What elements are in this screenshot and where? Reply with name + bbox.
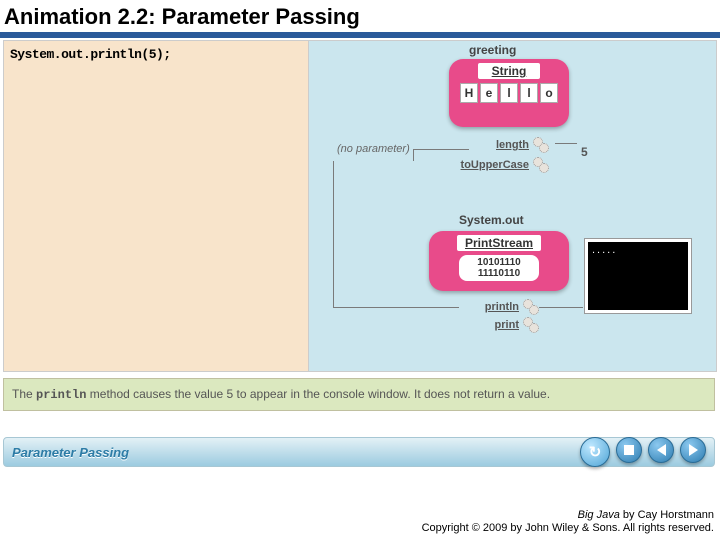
connector <box>413 149 414 161</box>
char-cell: l <box>500 83 518 103</box>
title-rule <box>0 32 720 38</box>
char-cell: e <box>480 83 498 103</box>
method-println-row: println <box>449 299 539 315</box>
playback-title: Parameter Passing <box>12 445 129 460</box>
string-class-name: String <box>478 63 541 79</box>
method-uppercase-row: toUpperCase <box>459 157 549 173</box>
next-button[interactable] <box>680 437 706 463</box>
console-output-text: ..... <box>588 242 688 258</box>
credit-copyright: Copyright © 2009 by John Wiley & Sons. A… <box>422 522 714 536</box>
method-length-row: length <box>459 137 549 153</box>
caption-pre: The <box>12 387 36 401</box>
char-cell: H <box>460 83 478 103</box>
systemout-label: System.out <box>459 213 524 227</box>
char-cell: l <box>520 83 538 103</box>
animation-stage: System.out.println(5); greeting String H… <box>3 40 717 372</box>
string-object-box: String H e l l o <box>449 59 569 127</box>
credit-book: Big Java <box>578 509 620 521</box>
printstream-class-name: PrintStream <box>457 235 541 251</box>
gears-icon <box>533 157 549 173</box>
printstream-object-box: PrintStream 10101110 11110110 <box>429 231 569 291</box>
binary-display: 10101110 11110110 <box>459 255 539 281</box>
stop-icon <box>624 445 634 455</box>
object-diagram-pane: greeting String H e l l o (no parameter)… <box>309 40 717 372</box>
method-length-label: length <box>459 139 529 151</box>
gears-icon <box>523 317 539 333</box>
credit-author: by Cay Horstmann <box>620 509 714 521</box>
playback-bar: Parameter Passing ↻ <box>3 437 715 467</box>
method-println-label: println <box>449 301 519 313</box>
console-output-box: ..... <box>585 239 691 313</box>
length-result-value: 5 <box>581 145 588 159</box>
code-pane: System.out.println(5); <box>3 40 309 372</box>
gears-icon <box>533 137 549 153</box>
stop-button[interactable] <box>616 437 642 463</box>
arrow-left-icon <box>657 444 666 456</box>
connector <box>333 307 459 308</box>
playback-buttons: ↻ <box>580 437 706 467</box>
binary-row: 10101110 <box>459 257 539 268</box>
connector <box>555 143 577 144</box>
code-snippet: System.out.println(5); <box>10 47 171 62</box>
arrow-right-icon <box>689 444 698 456</box>
refresh-icon: ↻ <box>589 443 602 461</box>
prev-button[interactable] <box>648 437 674 463</box>
page-title: Animation 2.2: Parameter Passing <box>0 0 720 32</box>
method-uppercase-label: toUpperCase <box>459 159 529 171</box>
binary-row: 11110110 <box>459 268 539 279</box>
play-refresh-button[interactable]: ↻ <box>580 437 610 467</box>
string-chars-row: H e l l o <box>449 83 569 103</box>
caption-post: method causes the value 5 to appear in t… <box>86 387 550 401</box>
gears-icon <box>523 299 539 315</box>
no-parameter-label: (no parameter) <box>337 143 410 155</box>
method-print-label: print <box>449 319 519 331</box>
method-print-row: print <box>449 317 539 333</box>
connector <box>539 307 583 308</box>
char-cell: o <box>540 83 558 103</box>
connector <box>333 161 334 307</box>
caption-mono: println <box>36 388 86 402</box>
greeting-label: greeting <box>469 43 516 57</box>
caption-bar: The println method causes the value 5 to… <box>3 378 715 411</box>
credit-block: Big Java by Cay Horstmann Copyright © 20… <box>422 509 714 537</box>
